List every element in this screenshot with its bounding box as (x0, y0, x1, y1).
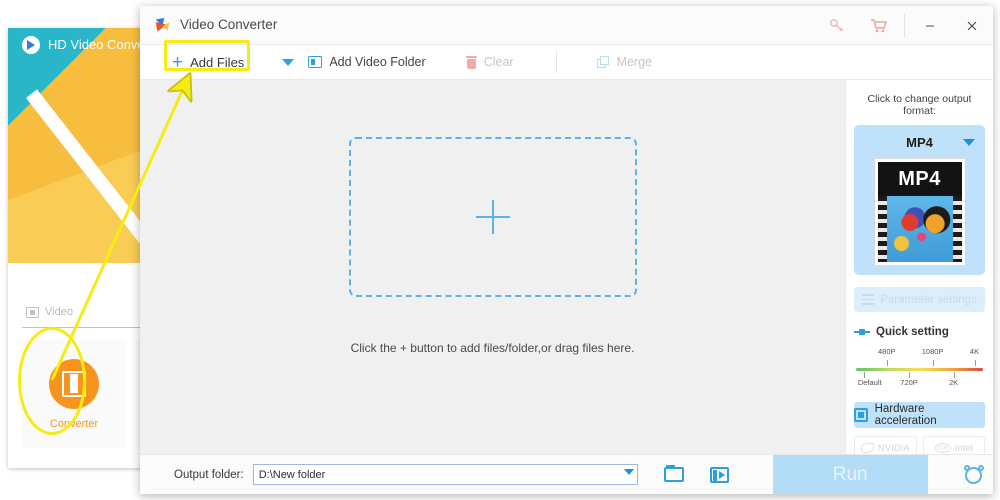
titlebar-buttons (816, 6, 993, 45)
hardware-acceleration-button[interactable]: Hardware acceleration (854, 402, 985, 428)
change-format-label: Click to change output format: (867, 93, 972, 117)
thumbnail-header: MP4 (877, 162, 962, 196)
main-toolbar: + Add Files Add Video Folder Clear Merge (140, 45, 993, 80)
folder-icon (308, 56, 323, 68)
screen-root: HD Video Converter Factory Video Convert… (0, 0, 1000, 500)
film-strip-right (952, 196, 962, 262)
titlebar-separator (904, 13, 905, 38)
cart-icon[interactable] (858, 6, 900, 45)
format-thumbnail: MP4 (873, 158, 966, 266)
film-circle-icon (49, 358, 99, 409)
app-tile-converter[interactable]: Converter (22, 340, 126, 448)
format-header: MP4 (860, 132, 979, 152)
window-title: Video Converter (180, 17, 278, 32)
quality-tick-4k (974, 360, 976, 366)
quick-setting-header: Quick setting (854, 326, 985, 338)
dropzone-area: Click the + button to add files/folder,o… (140, 80, 845, 454)
add-video-folder-label: Add Video Folder (329, 55, 426, 69)
file-dropzone[interactable] (348, 137, 637, 297)
close-button[interactable] (951, 6, 993, 45)
app-logo-icon (155, 17, 170, 32)
slider-icon (854, 328, 870, 336)
bottom-bar: Output folder: D:\New folder Run (140, 454, 993, 494)
chip-icon (854, 408, 868, 422)
dropzone-hint: Click the + button to add files/folder,o… (350, 341, 635, 355)
video-converter-window: Video Converter + Add Files Add Video Fo… (140, 6, 993, 494)
plus-icon: + (172, 51, 184, 73)
quality-label-720p: 720P (900, 378, 918, 387)
video-folder-icon (709, 466, 729, 483)
quality-gradient-bar[interactable] (856, 368, 983, 371)
intel-label: Intel (954, 442, 973, 454)
background-app-logo-icon (22, 36, 40, 54)
key-icon[interactable] (816, 6, 858, 45)
format-name: MP4 (906, 134, 933, 150)
clear-label: Clear (483, 55, 514, 69)
quality-tick-1080p (932, 360, 934, 366)
app-tile-converter-label: Converter (49, 417, 99, 430)
main-body: Click the + button to add files/folder,o… (140, 80, 993, 460)
parameter-settings-label: Parameter settings (880, 293, 977, 306)
quality-label-1080p: 1080P (921, 347, 944, 356)
output-format-card[interactable]: MP4 MP4 (854, 125, 985, 275)
hardware-acceleration-label: Hardware acceleration (874, 403, 937, 427)
clear-button[interactable]: Clear (465, 55, 514, 69)
window-titlebar: Video Converter (140, 6, 993, 45)
chevron-down-icon[interactable] (963, 139, 975, 146)
thumbnail-label: MP4 (898, 167, 941, 190)
intel-icon: intel (934, 443, 951, 453)
film-strip-left (877, 196, 887, 262)
output-folder-label: Output folder: (174, 468, 244, 481)
quality-label-2k: 2K (948, 378, 959, 387)
nvidia-icon (860, 443, 874, 453)
quality-bottom-labels: Default 720P 2K (854, 378, 985, 389)
plus-large-icon (475, 200, 510, 234)
quality-label-default: Default (857, 378, 882, 387)
sliders-icon (862, 294, 875, 305)
alarm-clock-icon[interactable] (963, 464, 984, 485)
merge-icon (596, 55, 610, 69)
run-button[interactable]: Run (772, 454, 928, 494)
nvidia-label: NVIDIA (877, 442, 910, 454)
open-folder-button[interactable] (663, 465, 684, 482)
quick-setting-label: Quick setting (876, 326, 949, 338)
video-film-icon (26, 306, 39, 318)
output-folder-value: D:\New folder (258, 468, 326, 481)
quality-tick-480p (886, 360, 888, 366)
quality-slider[interactable]: 480P 1080P 4K Default 720P 2K (854, 347, 985, 389)
parameter-settings-button[interactable]: Parameter settings (854, 287, 985, 312)
merge-button[interactable]: Merge (596, 55, 652, 69)
add-files-label: Add Files (190, 54, 245, 70)
chevron-down-icon[interactable] (623, 469, 634, 475)
chevron-down-icon (282, 58, 295, 66)
thumbnail-image (877, 196, 962, 262)
right-settings-panel: Click to change output format: MP4 MP4 P… (845, 80, 993, 460)
background-video-tab[interactable]: Video (26, 306, 73, 318)
open-folder-icon (663, 465, 684, 482)
output-folder-input[interactable]: D:\New folder (252, 464, 638, 485)
add-files-dropdown-button[interactable] (282, 58, 295, 66)
quality-label-4k: 4K (969, 347, 980, 356)
add-files-button[interactable]: + Add Files (172, 53, 244, 72)
minimize-button[interactable] (909, 6, 951, 45)
quality-label-480p: 480P (877, 347, 896, 356)
toolbar-divider (555, 51, 557, 73)
quality-top-labels: 480P 1080P 4K (854, 347, 985, 358)
video-tab-label: Video (45, 306, 73, 318)
video-folder-button[interactable] (709, 466, 729, 483)
merge-label: Merge (616, 55, 652, 69)
add-video-folder-button[interactable]: Add Video Folder (308, 55, 426, 69)
trash-icon (465, 56, 477, 69)
